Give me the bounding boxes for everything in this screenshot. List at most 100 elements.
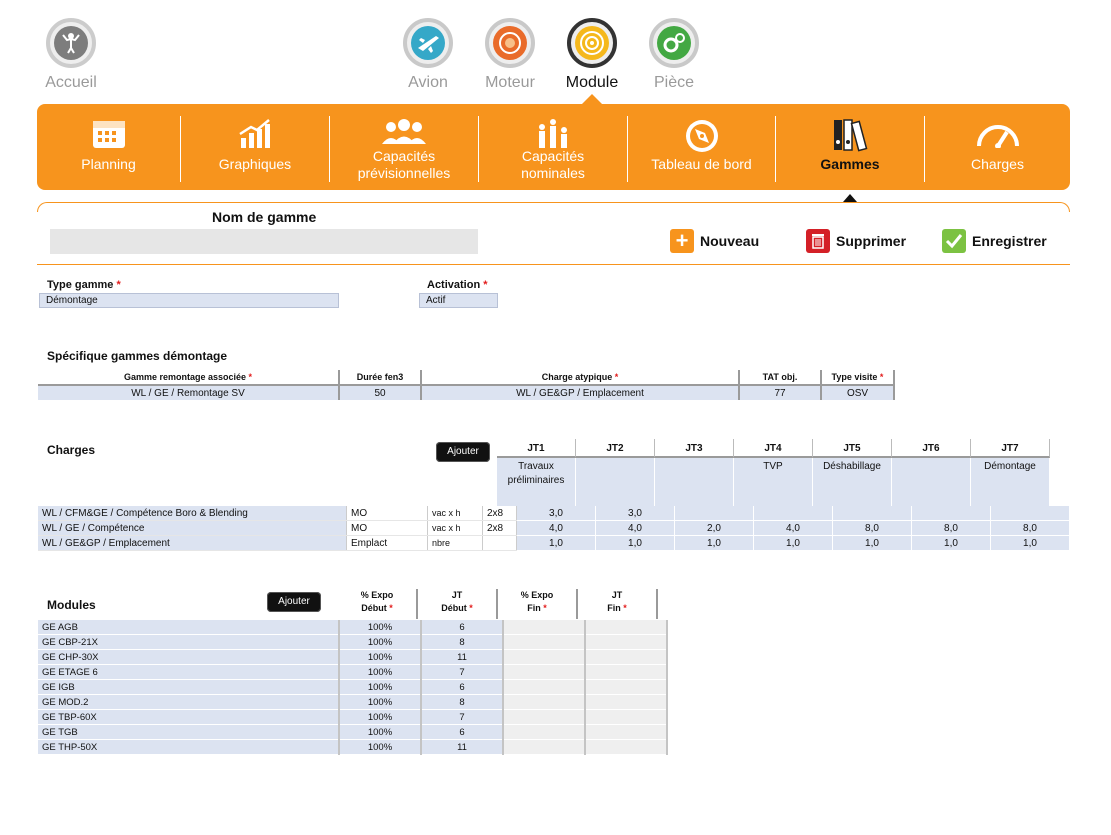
- specific-row[interactable]: WL / GE / Remontage SV 50 WL / GE&GP / E…: [38, 385, 895, 400]
- charge-type[interactable]: MO: [346, 520, 428, 536]
- module-jt-fin[interactable]: [585, 694, 668, 710]
- module-jt-debut[interactable]: 7: [421, 709, 504, 725]
- module-expo-debut[interactable]: 100%: [339, 709, 422, 725]
- module-name[interactable]: GE CBP-21X: [38, 634, 340, 650]
- charge-value-jt4[interactable]: 1,0: [753, 535, 833, 551]
- module-jt-fin[interactable]: [585, 620, 668, 635]
- charge-value-jt6[interactable]: 8,0: [911, 520, 991, 536]
- modules-add-button[interactable]: Ajouter: [267, 592, 321, 612]
- charge-value-jt3[interactable]: 1,0: [674, 535, 754, 551]
- module-row[interactable]: GE TGB 100% 6: [38, 724, 668, 740]
- module-jt-debut[interactable]: 7: [421, 664, 504, 680]
- module-row[interactable]: GE THP-50X 100% 11: [38, 739, 668, 755]
- module-expo-fin[interactable]: [503, 679, 586, 695]
- nouveau-button[interactable]: + Nouveau: [670, 228, 759, 253]
- nav-home[interactable]: Accueil: [31, 18, 111, 92]
- module-jt-fin[interactable]: [585, 649, 668, 665]
- module-name[interactable]: GE TGB: [38, 724, 340, 740]
- cell-duree[interactable]: 50: [339, 385, 422, 400]
- module-jt-fin[interactable]: [585, 664, 668, 680]
- charges-row[interactable]: WL / CFM&GE / Compétence Boro & Blending…: [38, 506, 1070, 521]
- module-expo-debut[interactable]: 100%: [339, 694, 422, 710]
- module-expo-debut[interactable]: 100%: [339, 679, 422, 695]
- charge-name[interactable]: WL / GE&GP / Emplacement: [38, 535, 347, 551]
- charge-unit[interactable]: nbre: [427, 535, 483, 551]
- module-jt-debut[interactable]: 8: [421, 694, 504, 710]
- module-expo-debut[interactable]: 100%: [339, 620, 422, 635]
- module-row[interactable]: GE CHP-30X 100% 11: [38, 649, 668, 665]
- charge-type[interactable]: Emplact: [346, 535, 428, 551]
- enregistrer-button[interactable]: Enregistrer: [942, 229, 1047, 253]
- charge-value-jt7[interactable]: [990, 506, 1070, 521]
- module-expo-fin[interactable]: [503, 724, 586, 740]
- charge-value-jt2[interactable]: 1,0: [595, 535, 675, 551]
- module-jt-debut[interactable]: 6: [421, 679, 504, 695]
- tab-capacites-nominales[interactable]: Capacités nominales: [479, 104, 627, 190]
- charge-value-jt4[interactable]: [753, 506, 833, 521]
- charge-value-jt6[interactable]: [911, 506, 991, 521]
- charge-unit[interactable]: vac x h: [427, 520, 483, 536]
- charge-type[interactable]: MO: [346, 506, 428, 521]
- charge-value-jt1[interactable]: 3,0: [516, 506, 596, 521]
- module-name[interactable]: GE ETAGE 6: [38, 664, 340, 680]
- jt-description-2[interactable]: [576, 458, 655, 506]
- charge-value-jt7[interactable]: 1,0: [990, 535, 1070, 551]
- module-expo-fin[interactable]: [503, 620, 586, 635]
- activation-select[interactable]: Actif: [419, 293, 498, 308]
- charge-factor[interactable]: 2x8: [482, 506, 517, 521]
- module-expo-fin[interactable]: [503, 694, 586, 710]
- jt-description-6[interactable]: [892, 458, 971, 506]
- jt-description-7[interactable]: Démontage: [971, 458, 1050, 506]
- cell-type-visite[interactable]: OSV: [821, 385, 895, 400]
- charge-name[interactable]: WL / GE / Compétence: [38, 520, 347, 536]
- charge-value-jt2[interactable]: 4,0: [595, 520, 675, 536]
- module-row[interactable]: GE ETAGE 6 100% 7: [38, 664, 668, 680]
- charge-value-jt5[interactable]: 8,0: [832, 520, 912, 536]
- charge-factor[interactable]: [482, 535, 517, 551]
- supprimer-button[interactable]: Supprimer: [806, 229, 906, 253]
- module-expo-fin[interactable]: [503, 709, 586, 725]
- charge-value-jt5[interactable]: [832, 506, 912, 521]
- module-expo-debut[interactable]: 100%: [339, 649, 422, 665]
- module-name[interactable]: GE CHP-30X: [38, 649, 340, 665]
- module-expo-fin[interactable]: [503, 634, 586, 650]
- nom-de-gamme-input[interactable]: [50, 229, 478, 254]
- module-name[interactable]: GE TBP-60X: [38, 709, 340, 725]
- module-row[interactable]: GE MOD.2 100% 8: [38, 694, 668, 710]
- module-expo-debut[interactable]: 100%: [339, 739, 422, 755]
- module-row[interactable]: GE AGB 100% 6: [38, 620, 668, 635]
- module-jt-debut[interactable]: 11: [421, 649, 504, 665]
- module-row[interactable]: GE IGB 100% 6: [38, 679, 668, 695]
- tab-graphiques[interactable]: Graphiques: [181, 104, 329, 190]
- charge-value-jt1[interactable]: 1,0: [516, 535, 596, 551]
- module-jt-fin[interactable]: [585, 709, 668, 725]
- module-name[interactable]: GE THP-50X: [38, 739, 340, 755]
- module-name[interactable]: GE AGB: [38, 620, 340, 635]
- module-expo-fin[interactable]: [503, 649, 586, 665]
- cell-gamme-remontage[interactable]: WL / GE / Remontage SV: [38, 385, 340, 400]
- tab-charges[interactable]: Charges: [925, 104, 1070, 190]
- charge-value-jt7[interactable]: 8,0: [990, 520, 1070, 536]
- charge-value-jt6[interactable]: 1,0: [911, 535, 991, 551]
- cell-charge-atypique[interactable]: WL / GE&GP / Emplacement: [421, 385, 740, 400]
- nav-piece[interactable]: Pièce: [634, 18, 714, 92]
- charge-value-jt1[interactable]: 4,0: [516, 520, 596, 536]
- cell-tat[interactable]: 77: [739, 385, 822, 400]
- module-expo-fin[interactable]: [503, 739, 586, 755]
- jt-description-3[interactable]: [655, 458, 734, 506]
- module-expo-debut[interactable]: 100%: [339, 724, 422, 740]
- jt-description-5[interactable]: Déshabillage: [813, 458, 892, 506]
- module-jt-fin[interactable]: [585, 724, 668, 740]
- module-jt-debut[interactable]: 8: [421, 634, 504, 650]
- module-name[interactable]: GE MOD.2: [38, 694, 340, 710]
- charges-add-button[interactable]: Ajouter: [436, 442, 490, 462]
- charges-row[interactable]: WL / GE / Compétence MO vac x h 2x8 4,0 4,0 2,…: [38, 520, 1070, 536]
- charge-name[interactable]: WL / CFM&GE / Compétence Boro & Blending: [38, 506, 347, 521]
- nav-module[interactable]: Module: [552, 18, 632, 92]
- module-jt-debut[interactable]: 6: [421, 724, 504, 740]
- nav-avion[interactable]: Avion: [388, 18, 468, 92]
- module-expo-debut[interactable]: 100%: [339, 634, 422, 650]
- jt-description-4[interactable]: TVP: [734, 458, 813, 506]
- module-jt-fin[interactable]: [585, 634, 668, 650]
- module-jt-debut[interactable]: 6: [421, 620, 504, 635]
